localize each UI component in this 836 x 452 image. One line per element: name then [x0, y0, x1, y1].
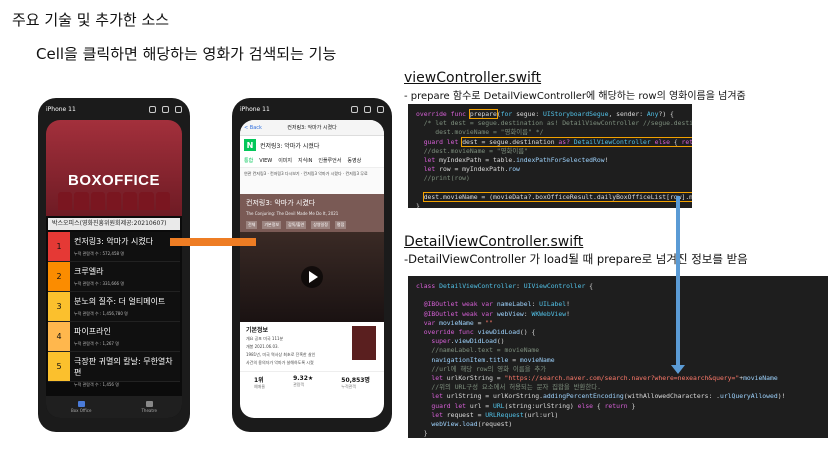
- map-icon: [145, 401, 153, 407]
- movie-audience: 누적 관람객 수 : 1,456 명: [74, 382, 119, 387]
- flow-arrow-horizontal: [170, 238, 256, 246]
- rank-cell: 5: [48, 352, 70, 381]
- table-row[interactable]: 4 파이프라인누적 관람객 수 : 1,267 명: [48, 322, 180, 352]
- tab-all[interactable]: 통합: [244, 157, 253, 164]
- movie-card-header: 컨저링3: 악마가 시켰다 The Conjuring: The Devil M…: [240, 194, 384, 232]
- movie-title: 파이프라인: [74, 327, 111, 336]
- movie-title: 크루엘라: [74, 267, 104, 276]
- card-tab-all[interactable]: 전체: [246, 221, 258, 229]
- movie-title: 분노의 질주: 더 얼티메이트: [74, 297, 166, 306]
- hero-title: BOXOFFICE: [67, 172, 160, 189]
- rotate-icon[interactable]: [175, 105, 182, 113]
- home-icon[interactable]: [351, 105, 358, 113]
- tab-video[interactable]: 동영상: [347, 157, 361, 164]
- rotate-icon[interactable]: [377, 105, 384, 113]
- screenshot-icon[interactable]: [162, 105, 169, 113]
- viewcontroller-file-label: viewController.swift: [404, 70, 542, 86]
- card-tab-cast[interactable]: 감독/출연: [286, 221, 307, 229]
- boxoffice-icon: [77, 401, 85, 407]
- tab-kin[interactable]: 지식iN: [298, 157, 312, 164]
- card-tab-schedule[interactable]: 상영일정: [311, 221, 330, 229]
- movie-card-title[interactable]: 컨저링3: 악마가 시켰다: [246, 198, 378, 208]
- detail-note: -DetailViewController 가 load될 때 prepare로…: [404, 252, 748, 266]
- theatre-seats-graphic: [58, 192, 170, 210]
- device-name: iPhone 11: [46, 105, 76, 113]
- tab-view[interactable]: VIEW: [259, 158, 272, 164]
- stat-reservation: 1위 예매율: [254, 377, 266, 389]
- boxoffice-screen: BOXOFFICE 박스오피스(영화진흥위원회제공:20210607) 1 컨저…: [46, 120, 182, 418]
- simulator-bar: iPhone 11: [38, 98, 190, 120]
- device-name: iPhone 11: [240, 105, 270, 113]
- detail-code: class DetailViewController: UIViewContro…: [408, 276, 828, 438]
- stat-audience: 50,853명 누적관객: [341, 377, 370, 389]
- stat-score: 9.32★ 관람객: [293, 375, 314, 387]
- info-line: 사건의 용의자가 악마가 살해하도록 시켰: [246, 360, 314, 365]
- movie-audience: 누적 관람객 수 : 1,456,780 명: [74, 311, 128, 316]
- search-bar: N 컨저링3: 악마가 시켰다: [240, 136, 384, 154]
- flow-arrow-vertical: [671, 196, 685, 374]
- tab-bar: Box Office Theatre: [46, 396, 182, 418]
- phone-boxoffice: iPhone 11 BOXOFFICE 박스오피스(영화진흥위원회제공:2021…: [38, 98, 190, 432]
- nav-bar: < Back 컨저링3: 악마가 시켰다: [240, 120, 384, 136]
- viewcontroller-code: override func prepare(for segue: UIStory…: [408, 104, 692, 208]
- movie-audience: 누적 관람객 수 : 1,267 명: [74, 341, 119, 346]
- search-input[interactable]: 컨저링3: 악마가 시켰다: [260, 141, 319, 150]
- home-icon[interactable]: [149, 105, 156, 113]
- phone-detail: iPhone 11 < Back 컨저링3: 악마가 시켰다 N 컨저링3: 악…: [232, 98, 392, 432]
- table-row[interactable]: 1 컨저링3: 악마가 시켰다누적 관람객 수 : 572,458 명: [48, 232, 180, 262]
- boxoffice-date: 박스오피스(영화진흥위원회제공:20210607): [48, 218, 180, 230]
- back-button[interactable]: < Back: [244, 125, 274, 131]
- play-icon[interactable]: [301, 266, 323, 288]
- movie-audience: 누적 관람객 수 : 331,666 명: [74, 281, 125, 286]
- movie-basic-info: 기본정보 개요 공포 미국 111분 개봉 2021.06.03. 1981년,…: [240, 322, 384, 371]
- nav-title: 컨저링3: 악마가 시켰다: [287, 125, 337, 131]
- movie-title: 컨저링3: 악마가 시켰다: [74, 237, 154, 246]
- table-row[interactable]: 2 크루엘라누적 관람객 수 : 331,666 명: [48, 262, 180, 292]
- detail-file-label: DetailViewController.swift: [404, 234, 584, 250]
- tab-boxoffice[interactable]: Box Office: [71, 401, 91, 413]
- trailer-video[interactable]: [240, 232, 384, 322]
- rank-cell: 4: [48, 322, 70, 351]
- hero-banner: BOXOFFICE: [46, 120, 182, 216]
- tab-theatre[interactable]: Theatre: [141, 401, 157, 413]
- movie-card-tabs: 전체 기본정보 감독/출연 상영일정 평점: [246, 221, 378, 229]
- search-tabs: 통합 VIEW 이미지 지식iN 인플루언서 동영상: [240, 154, 384, 168]
- table-row[interactable]: 3 분노의 질주: 더 얼티메이트누적 관람객 수 : 1,456,780 명: [48, 292, 180, 322]
- rank-cell: 1: [48, 232, 70, 261]
- movie-poster[interactable]: [352, 326, 376, 360]
- rank-cell: 2: [48, 262, 70, 291]
- movie-list: 1 컨저링3: 악마가 시켰다누적 관람객 수 : 572,458 명 2 크루…: [48, 232, 180, 387]
- simulator-bar: iPhone 11: [232, 98, 392, 120]
- movie-title: 극장판 귀멸의 칼날: 무한열차편: [74, 357, 173, 377]
- screenshot-icon[interactable]: [364, 105, 371, 113]
- related-searches[interactable]: 연관 컨저링3 · 컨저링3 다시보기 · 컨저링3 악마가 시켰다 · 컨저링…: [240, 168, 384, 194]
- movie-audience: 누적 관람객 수 : 572,458 명: [74, 251, 125, 256]
- detail-screen: < Back 컨저링3: 악마가 시켰다 N 컨저링3: 악마가 시켰다 통합 …: [240, 120, 384, 418]
- naver-logo-icon: N: [244, 139, 256, 151]
- page-subtitle: Cell을 클릭하면 해당하는 영화가 검색되는 기능: [36, 45, 337, 63]
- tab-influencer[interactable]: 인플루언서: [318, 157, 341, 164]
- viewcontroller-note: - prepare 함수로 DetailViewController에 해당하는…: [404, 91, 746, 102]
- movie-card-subtitle: The Conjuring: The Devil Made Me Do It, …: [246, 211, 339, 216]
- movie-stats: 1위 예매율 9.32★ 관람객 50,853명 누적관객: [240, 371, 384, 393]
- page-title: 주요 기술 및 추가한 소스: [12, 11, 170, 29]
- card-tab-info[interactable]: 기본정보: [262, 221, 282, 229]
- card-tab-rating[interactable]: 평점: [334, 221, 347, 229]
- tab-image[interactable]: 이미지: [278, 157, 292, 164]
- table-row[interactable]: 5 극장판 귀멸의 칼날: 무한열차편누적 관람객 수 : 1,456 명: [48, 352, 180, 387]
- rank-cell: 3: [48, 292, 70, 321]
